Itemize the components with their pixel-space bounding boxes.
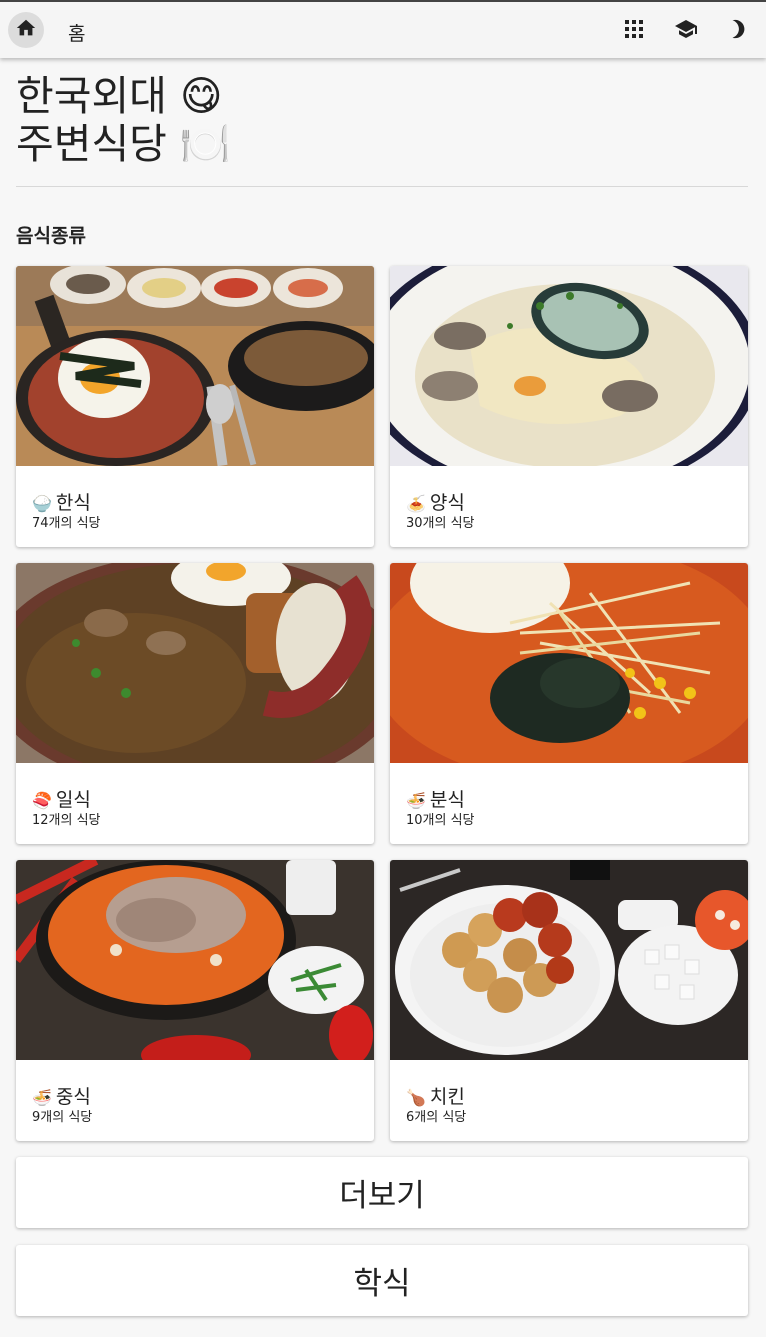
category-name-western: 🍝 양식 [406,492,465,514]
cafeteria-button[interactable]: 학식 [16,1245,748,1316]
category-count-korean: 74개의 식당 [32,516,101,531]
category-count-snack: 10개의 식당 [406,813,475,828]
category-count-western: 30개의 식당 [406,516,475,531]
category-image-western [390,266,748,466]
graduation-cap-icon [674,17,698,45]
apps-grid-icon [624,19,644,43]
noodle-bowl-icon: 🍜 [32,1088,52,1107]
category-name-japanese: 🍣 일식 [32,789,91,811]
category-name-snack: 🍜 분식 [406,789,465,811]
category-card-chicken[interactable]: 🍗 치킨 6개의 식당 [390,860,748,1141]
category-image-chicken [390,860,748,1060]
home-icon [15,17,37,43]
category-card-western[interactable]: 🍝 양식 30개의 식당 [390,266,748,547]
category-count-japanese: 12개의 식당 [32,813,101,828]
category-card-japanese[interactable]: 🍣 일식 12개의 식당 [16,563,374,844]
category-image-korean [16,266,374,466]
noodle-bowl-icon: 🍜 [406,791,426,810]
page-title-bar: 홈 [68,23,86,45]
category-card-snack[interactable]: 🍜 분식 10개의 식당 [390,563,748,844]
category-image-chinese [16,860,374,1060]
cafeteria-shortcut-button[interactable] [674,19,698,43]
chicken-leg-icon: 🍗 [406,1088,426,1107]
apps-grid-button[interactable] [622,19,646,43]
app-bar: 홈 [0,0,766,58]
category-count-chicken: 6개의 식당 [406,1110,467,1125]
page-heading-line-2: 주변식당 🍽️ [16,120,231,168]
page-heading-line-1: 한국외대 😋 [16,72,223,120]
category-card-chinese[interactable]: 🍜 중식 9개의 식당 [16,860,374,1141]
page-heading: 한국외대 😋 주변식당 🍽️ [16,72,231,168]
dark-mode-icon [727,18,749,44]
category-name-chinese: 🍜 중식 [32,1086,91,1108]
category-name-korean: 🍚 한식 [32,492,91,514]
category-image-japanese [16,563,374,763]
dark-mode-button[interactable] [726,19,750,43]
category-image-snack [390,563,748,763]
category-name-chicken: 🍗 치킨 [406,1086,465,1108]
section-title-food-types: 음식종류 [16,225,86,247]
category-count-chinese: 9개의 식당 [32,1110,93,1125]
home-button[interactable] [8,12,44,48]
rice-bowl-icon: 🍚 [32,494,52,513]
sushi-icon: 🍣 [32,791,52,810]
more-button[interactable]: 더보기 [16,1157,748,1228]
spaghetti-icon: 🍝 [406,494,426,513]
divider [16,186,748,187]
category-card-korean[interactable]: 🍚 한식 74개의 식당 [16,266,374,547]
